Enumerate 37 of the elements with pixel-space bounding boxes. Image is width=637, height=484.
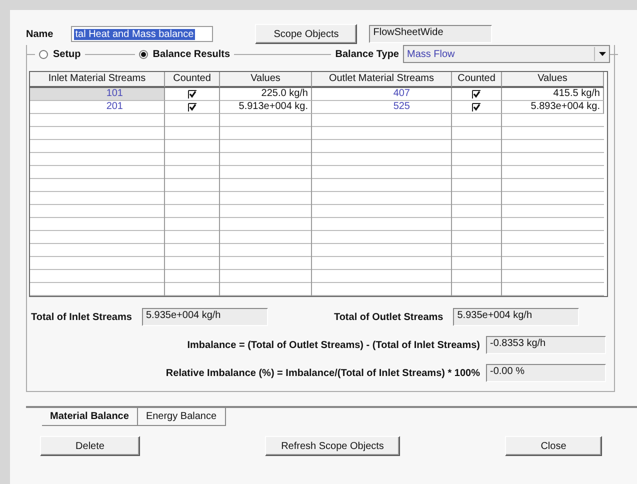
balance-type-dropdown[interactable]: Mass Flow — [403, 45, 610, 63]
column-header: Counted — [452, 72, 502, 88]
checkbox[interactable] — [472, 102, 481, 112]
name-label: Name — [26, 28, 54, 40]
close-button[interactable]: Close — [505, 436, 602, 456]
total-inlet-label: Total of Inlet Streams — [31, 312, 132, 322]
total-outlet-field: 5.935e+004 kg/h — [453, 308, 580, 326]
refresh-button[interactable]: Refresh Scope Objects — [265, 436, 400, 456]
imbalance-field: -0.8353 kg/h — [486, 336, 606, 354]
column-header: Inlet Material Streams — [30, 72, 165, 88]
balance-type-label: Balance Type — [334, 48, 400, 60]
delete-button[interactable]: Delete — [40, 436, 140, 456]
checkbox[interactable] — [188, 90, 196, 98]
scope-objects-button[interactable]: Scope Objects — [255, 24, 358, 44]
scope-field: FlowSheetWide — [369, 25, 492, 43]
table-cell[interactable]: 101 — [30, 88, 165, 101]
checkbox[interactable] — [472, 90, 481, 98]
table-cell: 225.0 kg/h — [220, 88, 312, 101]
column-header: Counted — [165, 72, 220, 88]
relative-imbalance-field: -0.00 % — [486, 364, 606, 382]
radio-dot[interactable] — [39, 50, 48, 58]
column-header: Values — [502, 72, 604, 88]
column-header: Outlet Material Streams — [312, 72, 452, 88]
radio-dot[interactable] — [138, 50, 148, 58]
total-inlet-field: 5.935e+004 kg/h — [142, 308, 268, 326]
name-field[interactable]: tal Heat and Mass balance — [71, 26, 214, 42]
table-cell: 415.5 kg/h — [502, 88, 604, 101]
imbalance-label: Imbalance = (Total of Outlet Streams) - (Total of Inlet Streams) — [187, 340, 480, 350]
relative-imbalance-label: Relative Imbalance (%) = Imbalance/(Total of Inlet Streams) * 100% — [166, 368, 480, 378]
radio-button[interactable]: Setup — [35, 48, 85, 60]
table-cell: 407 — [312, 88, 452, 101]
total-outlet-label: Total of Outlet Streams — [334, 312, 444, 322]
column-header: Values — [220, 72, 312, 88]
tab[interactable]: Energy Balance — [136, 408, 226, 426]
radio-button[interactable]: Balance Results — [134, 48, 234, 60]
caret-icon — [598, 52, 606, 56]
checkbox[interactable] — [188, 102, 196, 112]
